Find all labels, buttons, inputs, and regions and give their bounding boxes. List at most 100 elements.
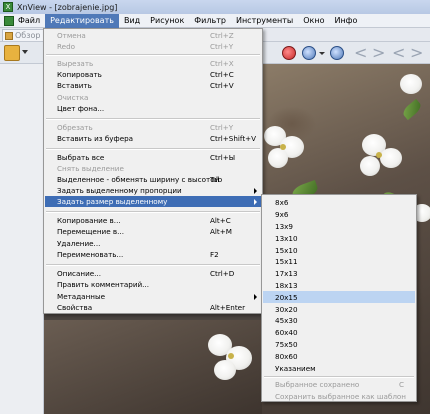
menu-item-undo: Отмена Ctrl+Z bbox=[45, 30, 261, 41]
menu-item-delete[interactable]: Удаление... bbox=[45, 238, 261, 249]
menu-item-label: Свойства bbox=[57, 303, 93, 312]
menu-item-label: Выделенное - обменять ширину с высотой bbox=[57, 175, 220, 184]
size-option[interactable]: 13x9 bbox=[263, 221, 415, 233]
size-option-label: Указанием bbox=[275, 363, 316, 373]
size-option-custom[interactable]: Указанием bbox=[263, 362, 415, 374]
menu-item-label: Отмена bbox=[57, 31, 86, 40]
zoom-dropdown-icon[interactable] bbox=[319, 52, 325, 55]
last-icon[interactable]: > bbox=[410, 45, 426, 61]
blossom-center bbox=[228, 353, 234, 359]
size-option[interactable]: 75x50 bbox=[263, 339, 415, 351]
menu-item-rename[interactable]: Переименовать... F2 bbox=[45, 249, 261, 260]
menu-window[interactable]: Окно bbox=[298, 14, 329, 28]
menu-item-copy-to[interactable]: Копирование в... Alt+C bbox=[45, 215, 261, 226]
menu-separator bbox=[46, 148, 260, 150]
menu-item-paste[interactable]: Вставить Ctrl+V bbox=[45, 80, 261, 91]
size-option-label: 30x20 bbox=[275, 304, 298, 314]
size-submenu: 8x6 9x6 13x9 13x10 15x10 15x11 17x13 18x… bbox=[261, 194, 417, 402]
blossom-shape bbox=[268, 148, 288, 168]
first-icon[interactable]: < bbox=[392, 45, 408, 61]
size-option-label: 60x40 bbox=[275, 328, 298, 338]
menu-item-label: Обрезать bbox=[57, 123, 93, 132]
menu-item-label: Перемещение в... bbox=[57, 227, 125, 236]
menu-item-label: Очистка bbox=[57, 93, 89, 102]
size-option-label: 15x11 bbox=[275, 257, 298, 267]
size-option[interactable]: 8x6 bbox=[263, 197, 415, 209]
menu-info[interactable]: Инфо bbox=[329, 14, 362, 28]
blossom-center bbox=[280, 144, 286, 150]
open-folder-icon[interactable] bbox=[4, 45, 20, 61]
folder-icon bbox=[5, 31, 13, 40]
menu-item-label: Метаданные bbox=[57, 292, 106, 301]
menu-item-set-size[interactable]: Задать размер выделенному bbox=[45, 196, 261, 207]
size-option-label: 45x30 bbox=[275, 316, 298, 326]
save-as-template-item: Сохранить выбранное как шаблон bbox=[263, 391, 415, 403]
menu-item-clear: Очистка bbox=[45, 92, 261, 103]
menu-item-shortcut: Ctrl+V bbox=[210, 81, 234, 90]
tab-browser[interactable]: Обзор bbox=[2, 29, 46, 41]
menu-item-label: Вырезать bbox=[57, 59, 94, 68]
menu-item-swap-selection[interactable]: Выделенное - обменять ширину с высотой T… bbox=[45, 174, 261, 185]
menu-item-shortcut: Tab bbox=[210, 175, 223, 184]
next-icon[interactable]: > bbox=[372, 45, 388, 61]
blossom-shape bbox=[400, 74, 422, 94]
menu-separator bbox=[264, 376, 414, 378]
size-option[interactable]: 60x40 bbox=[263, 327, 415, 339]
size-option[interactable]: 80x60 bbox=[263, 350, 415, 362]
size-option-label: 13x9 bbox=[275, 221, 293, 231]
menu-item-label: Вставить bbox=[57, 81, 92, 90]
menu-item-select-all[interactable]: Выбрать все Ctrl+Ы bbox=[45, 152, 261, 163]
menu-item-label: Описание... bbox=[57, 269, 102, 278]
menu-item-move-to[interactable]: Перемещение в... Alt+M bbox=[45, 226, 261, 237]
submenu-arrow-icon bbox=[254, 294, 257, 300]
edit-menu: Отмена Ctrl+Z Redo Ctrl+Y Вырезать Ctrl+… bbox=[43, 28, 263, 314]
size-option[interactable]: 9x6 bbox=[263, 209, 415, 221]
zoom-fit-icon[interactable] bbox=[282, 46, 296, 60]
blossom-center bbox=[376, 152, 382, 158]
menu-item-label: Копирование в... bbox=[57, 216, 121, 225]
size-option[interactable]: 18x13 bbox=[263, 280, 415, 292]
window-title: XnView - [zobrajenie.jpg] bbox=[17, 2, 118, 12]
previous-icon[interactable]: < bbox=[354, 45, 370, 61]
size-option-label: 20x15 bbox=[275, 292, 298, 302]
size-option-label: 13x10 bbox=[275, 233, 298, 243]
size-option[interactable]: 30x20 bbox=[263, 303, 415, 315]
menu-item-label: Выбрать все bbox=[57, 153, 105, 162]
size-option[interactable]: 45x30 bbox=[263, 315, 415, 327]
menu-tools[interactable]: Инструменты bbox=[231, 14, 298, 28]
menu-image[interactable]: Рисунок bbox=[145, 14, 189, 28]
size-option-label: 9x6 bbox=[275, 210, 289, 220]
menu-item-shortcut: Ctrl+Y bbox=[210, 42, 234, 51]
menu-item-description[interactable]: Описание... Ctrl+D bbox=[45, 268, 261, 279]
menu-item-metadata[interactable]: Метаданные bbox=[45, 291, 261, 302]
menu-separator bbox=[46, 264, 260, 266]
menu-item-copy[interactable]: Копировать Ctrl+C bbox=[45, 69, 261, 80]
open-dropdown-icon[interactable] bbox=[22, 50, 28, 54]
menu-item-edit-comment[interactable]: Править комментарий... bbox=[45, 279, 261, 290]
menu-item-shortcut: Ctrl+Y bbox=[210, 123, 234, 132]
menu-item-label: Выбранное сохранено bbox=[275, 380, 360, 390]
size-option-highlighted[interactable]: 20x15 bbox=[263, 291, 415, 304]
menu-item-background-color[interactable]: Цвет фона... bbox=[45, 103, 261, 114]
menu-item-shortcut: Ctrl+Ы bbox=[210, 153, 236, 162]
size-option[interactable]: 13x10 bbox=[263, 232, 415, 244]
menu-item-crop: Обрезать Ctrl+Y bbox=[45, 122, 261, 133]
menu-item-label: Цвет фона... bbox=[57, 104, 105, 113]
menu-item-set-ratio[interactable]: Задать выделенному пропорции bbox=[45, 185, 261, 196]
menu-item-label: Вставить из буфера bbox=[57, 134, 134, 143]
menu-filter[interactable]: Фильтр bbox=[189, 14, 231, 28]
size-option-label: 8x6 bbox=[275, 198, 289, 208]
system-menu-icon[interactable] bbox=[4, 16, 14, 26]
menu-item-properties[interactable]: Свойства Alt+Enter bbox=[45, 302, 261, 313]
size-option[interactable]: 17x13 bbox=[263, 268, 415, 280]
menu-edit[interactable]: Редактировать bbox=[45, 13, 119, 28]
zoom-in-icon[interactable] bbox=[302, 46, 316, 60]
tab-browser-label: Обзор bbox=[15, 31, 41, 40]
size-option-label: 80x60 bbox=[275, 351, 298, 361]
zoom-out-icon[interactable] bbox=[330, 46, 344, 60]
size-option[interactable]: 15x11 bbox=[263, 256, 415, 268]
menu-view[interactable]: Вид bbox=[119, 14, 145, 28]
size-option[interactable]: 15x10 bbox=[263, 244, 415, 256]
menu-item-paste-from-clipboard[interactable]: Вставить из буфера Ctrl+Shift+V bbox=[45, 133, 261, 144]
menu-item-shortcut: Ctrl+Shift+V bbox=[210, 134, 257, 143]
